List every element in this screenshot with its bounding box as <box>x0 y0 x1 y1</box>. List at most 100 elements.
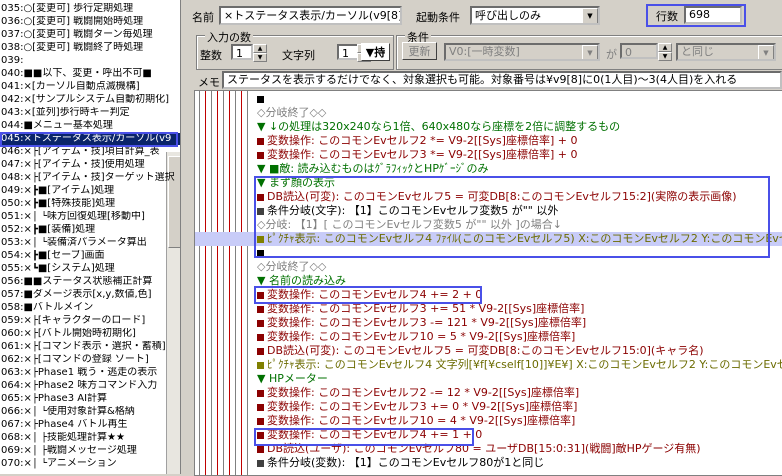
common-event-item[interactable]: 044:■メニュー基本処理 <box>0 120 180 132</box>
condition-spinner[interactable]: ▲ ▼ <box>658 43 672 61</box>
common-event-item[interactable]: 037:○[変更可] 戦闘ターン毎処理 <box>0 29 180 41</box>
common-event-item[interactable]: 069:×│ ├戦闘メッセージ処理 <box>0 445 180 457</box>
event-command-line[interactable]: DB読込(可変): このコモンEvセルフ5 = 可変DB[8:このコモンEvセル… <box>195 190 782 204</box>
common-event-item[interactable]: 051:×│ └味方回復処理[移動中] <box>0 211 180 223</box>
common-event-item[interactable]: 046:×├[アイテム・技]項目計算_表 <box>0 146 180 158</box>
str-label: 文字列 <box>282 49 315 62</box>
event-command-line[interactable]: ▼ まず顔の表示 <box>195 176 782 190</box>
event-command-line[interactable]: DB読込(可変): このコモンEvセルフ5 = 可変DB[8:このコモンEvセル… <box>195 344 782 358</box>
event-command-line[interactable]: ▼ ■敵: 読み込むものはｸﾞﾗﾌｨｯｸとHPｹﾞｰｼﾞのみ <box>195 162 782 176</box>
condition-variable-select[interactable]: V0:[一時変数] ▼ <box>444 43 600 61</box>
int-count-field[interactable]: 1 <box>231 44 253 60</box>
common-event-item[interactable]: 056:■■ステータス状態補正計算 <box>0 276 180 288</box>
event-command-line[interactable]: ▼ 名前の読み込み <box>195 274 782 288</box>
event-command-line[interactable]: 変数操作: このコモンEvセルフ4 += 2 + 0 <box>195 288 782 302</box>
common-event-list[interactable]: 035:○[変更可] 歩行定期処理 036:○[変更可] 戦闘開始時処理 037:○… <box>0 0 181 474</box>
event-command-text: 変数操作: このコモンEvセルフ4 += 2 + 0 <box>267 288 483 301</box>
event-command-line[interactable]: ﾋﾟｸﾁｬ表示: このコモンEvセルフ4 文字列[¥f[¥cself[10]]¥… <box>195 358 782 372</box>
name-field[interactable]: ×トステータス表示/カーソル(v9[8]) <box>219 6 402 25</box>
event-command-text: 変数操作: このコモンEvセルフ10 = 5 * V9-2[[Sys]座標倍率] <box>267 330 576 343</box>
event-command-text: 変数操作: このコモンEvセルフ4 += 1 + 0 <box>267 428 483 441</box>
event-command-line[interactable] <box>195 92 782 106</box>
command-marker-icon <box>257 431 264 439</box>
trigger-select[interactable]: 呼び出しのみ ▼ <box>470 6 600 25</box>
common-event-item[interactable]: 067:×├Phase4 バトル再生 <box>0 419 180 431</box>
event-command-line[interactable]: 変数操作: このコモンEvセルフ10 = 5 * V9-2[[Sys]座標倍率] <box>195 330 782 344</box>
common-event-item[interactable]: 049:×┣■[アイテム]処理 <box>0 185 180 197</box>
common-event-item[interactable]: 055:×┗■[システム]処理 <box>0 263 180 275</box>
command-marker-icon <box>257 459 264 467</box>
common-event-item[interactable]: 065:×├Phase3 AI計算 <box>0 393 180 405</box>
condition-ga-label: が <box>606 48 617 61</box>
common-event-item[interactable]: 047:×├[アイテム・技]使用処理 <box>0 159 180 171</box>
event-command-line[interactable]: 変数操作: このコモンEvセルフ2 *= V9-2[[Sys]座標倍率] + 0 <box>195 134 782 148</box>
int-spinner[interactable]: ▲ ▼ <box>253 44 267 62</box>
chevron-down-icon[interactable]: ▼ <box>582 45 598 59</box>
common-event-item[interactable]: 041:×[カーソル自動点滅機構] <box>0 81 180 93</box>
event-command-text: 条件分岐(変数): 【1】このコモンEvセルフ80が1と同じ <box>267 456 545 469</box>
event-command-line[interactable]: 変数操作: このコモンEvセルフ2 -= 12 * V9-2[[Sys]座標倍率… <box>195 386 782 400</box>
event-command-line[interactable]: 変数操作: このコモンEvセルフ10 = 4 * V9-2[[Sys]座標倍率] <box>195 414 782 428</box>
event-command-line[interactable] <box>195 246 782 260</box>
event-command-line[interactable]: 変数操作: このコモンEvセルフ4 += 1 + 0 <box>195 428 782 442</box>
line-count-label: 行数 <box>656 10 678 23</box>
condition-operator-select[interactable]: と同じ ▼ <box>676 43 776 61</box>
event-command-line[interactable]: ▼ ↓の処理は320x240なら1倍、640x480なら座標を2倍に調整するもの <box>195 120 782 134</box>
line-count-value: 698 <box>684 6 742 24</box>
event-command-line[interactable]: 変数操作: このコモンEvセルフ3 += 51 * V9-2[[Sys]座標倍率… <box>195 302 782 316</box>
common-event-item[interactable]: 064:×├Phase2 味方コマンド入力 <box>0 380 180 392</box>
event-command-line[interactable]: ◇分岐終了◇◇ <box>195 260 782 274</box>
event-command-line[interactable]: ▼ HPメーター <box>195 372 782 386</box>
common-event-item[interactable]: 050:×┣■[特殊技能]処理 <box>0 198 180 210</box>
common-event-item[interactable]: 053:×│ └装備済パラメータ算出 <box>0 237 180 249</box>
event-command-line[interactable]: ﾋﾟｸﾁｬ表示: このコモンEvセルフ4 ﾌｧｲﾙ(このコモンEvセルフ5) X… <box>195 232 782 246</box>
event-command-text: ﾋﾟｸﾁｬ表示: このコモンEvセルフ4 文字列[¥f[¥cself[10]]¥… <box>267 358 782 371</box>
common-event-item[interactable]: 068:×│ ├技能処理計算★★ <box>0 432 180 444</box>
hold-button[interactable]: ▼持 <box>361 43 390 61</box>
common-event-item[interactable]: 036:○[変更可] 戦闘開始時処理 <box>0 16 180 28</box>
common-event-item[interactable]: 057:■ダメージ表示[x,y,数値,色] <box>0 289 180 301</box>
common-event-item[interactable]: 058:■バトルメイン <box>0 302 180 314</box>
command-marker-icon <box>257 389 264 397</box>
event-command-line[interactable]: 条件分岐(変数): 【1】このコモンEvセルフ80が1と同じ <box>195 456 782 470</box>
common-event-item[interactable]: 066:×│ └使用対象計算&格納 <box>0 406 180 418</box>
update-button[interactable]: 更新 <box>402 42 437 60</box>
event-command-text: ▼ ■敵: 読み込むものはｸﾞﾗﾌｨｯｸとHPｹﾞｰｼﾞのみ <box>257 162 489 175</box>
event-command-line[interactable]: 変数操作: このコモンEvセルフ3 += 0 * V9-2[[Sys]座標倍率] <box>195 400 782 414</box>
event-command-line[interactable]: 条件分岐(文字): 【1】このコモンEvセルフ変数5 が"" 以外 <box>195 204 782 218</box>
common-event-item[interactable]: 048:×├[アイテム・技]ターゲット選択 <box>0 172 180 184</box>
condition-variable-value: V0:[一時変数] <box>449 45 520 58</box>
common-event-item[interactable]: 038:○[変更可] 戦闘終了時処理 <box>0 42 180 54</box>
common-event-item[interactable]: 039: <box>0 55 180 67</box>
common-event-item[interactable]: 061:×├[コマンド表示・選択・蓄積] <box>0 341 180 353</box>
common-event-item[interactable]: 062:×├[コマンドの登録 ソート] <box>0 354 180 366</box>
common-event-item[interactable]: 035:○[変更可] 歩行定期処理 <box>0 3 180 15</box>
name-label: 名前 <box>192 11 214 24</box>
event-command-text: DB読込(可変): このコモンEvセルフ5 = 可変DB[8:このコモンEvセル… <box>267 344 704 357</box>
common-event-item[interactable]: 045:×トステータス表示/カーソル(v9 <box>0 133 180 145</box>
memo-field[interactable]: ステータスを表示するだけでなく、対象選択も可能。対象番号は¥v9[8]に0(1人… <box>222 71 782 89</box>
common-event-item[interactable]: 040:■■以下、変更・呼出不可■ <box>0 68 180 80</box>
command-marker-icon <box>257 417 264 425</box>
event-command-text: 変数操作: このコモンEvセルフ10 = 4 * V9-2[[Sys]座標倍率] <box>267 414 576 427</box>
chevron-down-icon[interactable]: ▼ <box>758 45 774 59</box>
condition-number-field[interactable]: 0 <box>620 43 658 59</box>
event-command-line[interactable]: DB読込(ユーザ): このコモンEvセルフ80 = ユーザDB[15:0:31]… <box>195 442 782 456</box>
common-event-item[interactable]: 052:×┣■[装備]処理 <box>0 224 180 236</box>
event-command-line[interactable]: 変数操作: このコモンEvセルフ3 *= V9-2[[Sys]座標倍率] + 0 <box>195 148 782 162</box>
event-command-list[interactable]: ◇分岐終了◇◇ ▼ ↓の処理は320x240なら1倍、640x480なら座標を2倍… <box>194 90 782 476</box>
common-event-item[interactable]: 063:×├Phase1 戦う・逃走の表示 <box>0 367 180 379</box>
event-command-text: ▼ まず顔の表示 <box>257 176 335 189</box>
common-event-item[interactable]: 042:×[サンプルシステム自動初期化] <box>0 94 180 106</box>
condition-operator-value: と同じ <box>681 45 714 58</box>
common-event-item[interactable]: 070:×│ └アニメーション <box>0 458 180 470</box>
common-event-item[interactable]: 054:×┣■[セーブ]画面 <box>0 250 180 262</box>
chevron-down-icon[interactable]: ▼ <box>582 8 598 23</box>
common-event-item[interactable]: 059:×├[キャラクターのロード] <box>0 315 180 327</box>
common-event-item[interactable]: 060:×├[バトル開始時初期化] <box>0 328 180 340</box>
event-command-line[interactable]: ◇分岐: 【1】[ このコモンEvセルフ変数5 が"" 以外 ]の場合↓ <box>195 218 782 232</box>
event-command-line[interactable]: 変数操作: このコモンEvセルフ3 -= 121 * V9-2[[Sys]座標倍… <box>195 316 782 330</box>
event-command-line[interactable]: ◇分岐終了◇◇ <box>195 106 782 120</box>
common-event-item[interactable]: 043:×[並列]歩行時キー判定 <box>0 107 180 119</box>
str-count-field[interactable]: 1 <box>337 44 359 60</box>
